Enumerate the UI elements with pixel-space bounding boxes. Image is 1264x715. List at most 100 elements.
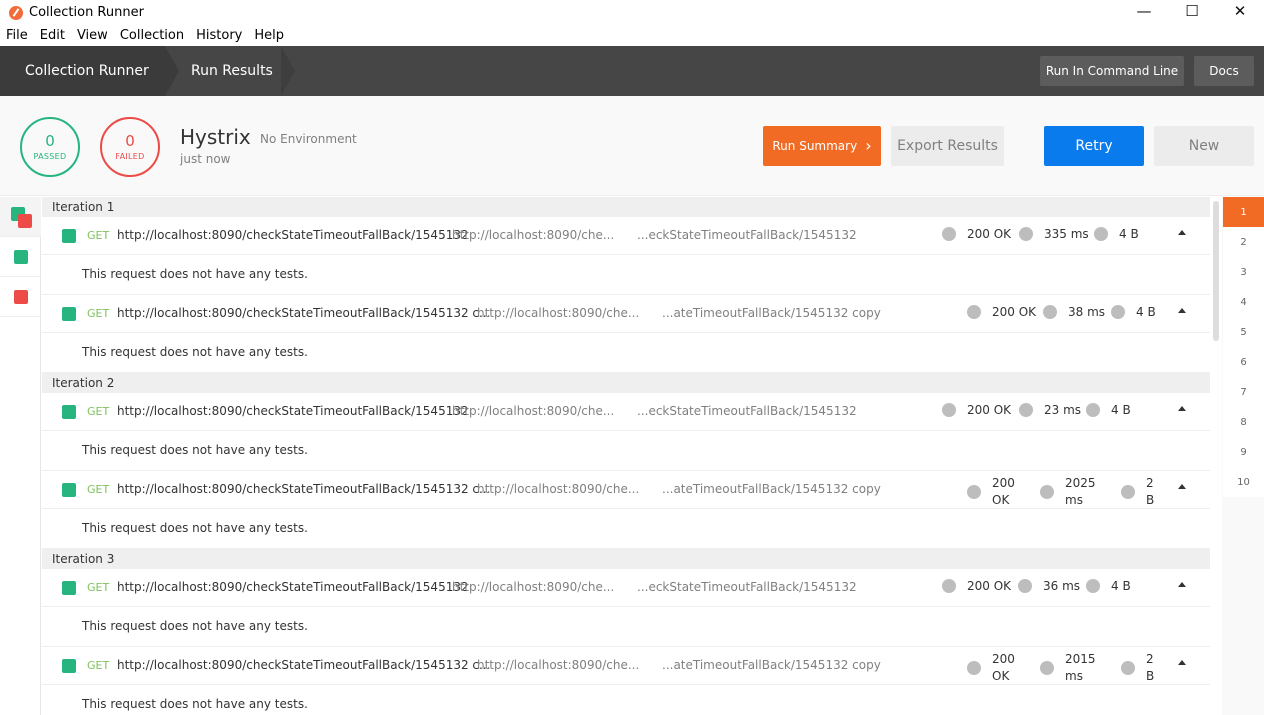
iteration-nav-5[interactable]: 5 [1223, 317, 1264, 347]
environment-name: No Environment [260, 132, 357, 146]
filter-all[interactable] [0, 197, 41, 237]
request-url: http://localhost:8090/che... [452, 580, 615, 594]
postman-logo-icon [9, 5, 23, 20]
run-summary-button[interactable]: Run Summary › [763, 126, 881, 166]
failed-label: FAILED [115, 152, 145, 161]
request-path: ...eckStateTimeoutFallBack/1545132 [637, 580, 857, 594]
failed-counter[interactable]: 0 FAILED [100, 117, 160, 177]
filter-failed[interactable] [0, 277, 41, 317]
menu-edit[interactable]: Edit [34, 28, 71, 43]
request-name: http://localhost:8090/checkStateTimeoutF… [117, 228, 469, 242]
collapse-caret-icon[interactable] [1178, 406, 1186, 411]
menu-collection[interactable]: Collection [114, 28, 190, 43]
iteration-nav-7[interactable]: 7 [1223, 377, 1264, 407]
maximize-button[interactable]: ☐ [1168, 0, 1216, 22]
request-status-icon [62, 307, 76, 321]
request-row[interactable]: GET http://localhost:8090/checkStateTime… [42, 295, 1210, 333]
export-results-button[interactable]: Export Results [891, 126, 1004, 166]
response-size: 4 B [1111, 305, 1156, 319]
menu-view[interactable]: View [71, 28, 114, 43]
failed-square-icon [14, 290, 28, 304]
menu-file[interactable]: File [0, 28, 34, 43]
request-name: http://localhost:8090/checkStateTimeoutF… [117, 306, 491, 320]
collapse-caret-icon[interactable] [1178, 230, 1186, 235]
status-dot-icon [942, 403, 956, 417]
title-bar: Collection Runner — ☐ ✕ [0, 0, 1264, 25]
response-time: 335 ms [1019, 227, 1089, 241]
iteration-nav-8[interactable]: 8 [1223, 407, 1264, 437]
size-dot-icon [1121, 485, 1135, 499]
request-status-icon [62, 229, 76, 243]
status-dot-icon [967, 305, 981, 319]
request-url: http://localhost:8090/che... [477, 658, 640, 672]
window-controls: — ☐ ✕ [1120, 0, 1264, 25]
request-row[interactable]: GET http://localhost:8090/checkStateTime… [42, 217, 1210, 255]
request-path: ...ateTimeoutFallBack/1545132 copy [662, 658, 881, 672]
breadcrumb-collection-runner[interactable]: Collection Runner [0, 46, 179, 96]
response-status: 200 OK [942, 227, 1011, 241]
iteration-nav-10[interactable]: 10 [1223, 467, 1264, 497]
request-method: GET [87, 483, 110, 496]
filter-passed[interactable] [0, 237, 41, 277]
minimize-button[interactable]: — [1120, 0, 1168, 22]
request-name: http://localhost:8090/checkStateTimeoutF… [117, 580, 469, 594]
run-in-command-line-button[interactable]: Run In Command Line [1040, 56, 1184, 86]
request-row[interactable]: GET http://localhost:8090/checkStateTime… [42, 647, 1210, 685]
response-size: 4 B [1086, 579, 1131, 593]
no-tests-message: This request does not have any tests. [42, 509, 1210, 549]
iteration-nav-3[interactable]: 3 [1223, 257, 1264, 287]
request-row[interactable]: GET http://localhost:8090/checkStateTime… [42, 393, 1210, 431]
iteration-nav-2[interactable]: 2 [1223, 227, 1264, 257]
passed-counter[interactable]: 0 PASSED [20, 117, 80, 177]
iteration-header: Iteration 3 [42, 549, 1210, 569]
menu-help[interactable]: Help [248, 28, 290, 43]
runner-header: Run Results Collection Runner Run In Com… [0, 46, 1264, 96]
window-title: Collection Runner [29, 5, 144, 20]
request-name: http://localhost:8090/checkStateTimeoutF… [117, 658, 491, 672]
iteration-nav-6[interactable]: 6 [1223, 347, 1264, 377]
request-method: GET [87, 581, 110, 594]
request-row[interactable]: GET http://localhost:8090/checkStateTime… [42, 471, 1210, 509]
close-button[interactable]: ✕ [1216, 0, 1264, 22]
breadcrumb-run-results[interactable]: Run Results [165, 46, 295, 96]
request-row[interactable]: GET http://localhost:8090/checkStateTime… [42, 569, 1210, 607]
status-dot-icon [967, 661, 981, 675]
failed-square-icon [18, 214, 32, 228]
collapse-caret-icon[interactable] [1178, 660, 1186, 665]
request-status-icon [62, 405, 76, 419]
request-url: http://localhost:8090/che... [452, 228, 615, 242]
time-dot-icon [1018, 579, 1032, 593]
passed-label: PASSED [33, 152, 67, 161]
response-size: 4 B [1094, 227, 1139, 241]
request-status-icon [62, 483, 76, 497]
results-list: Iteration 1 GET http://localhost:8090/ch… [42, 197, 1210, 715]
scrollbar-thumb[interactable] [1213, 201, 1219, 341]
request-name: http://localhost:8090/checkStateTimeoutF… [117, 404, 469, 418]
iteration-nav-9[interactable]: 9 [1223, 437, 1264, 467]
docs-button[interactable]: Docs [1194, 56, 1254, 86]
collapse-caret-icon[interactable] [1178, 484, 1186, 489]
passed-square-icon [14, 250, 28, 264]
time-dot-icon [1043, 305, 1057, 319]
menu-history[interactable]: History [190, 28, 248, 43]
response-status: 200 OK [967, 305, 1036, 319]
collapse-caret-icon[interactable] [1178, 582, 1186, 587]
chevron-right-icon: › [865, 136, 872, 155]
response-time: 38 ms [1043, 305, 1105, 319]
no-tests-message: This request does not have any tests. [42, 333, 1210, 373]
new-button[interactable]: New [1154, 126, 1254, 166]
results-scrollbar[interactable] [1210, 197, 1222, 715]
iteration-nav-1[interactable]: 1 [1223, 197, 1264, 227]
no-tests-message: This request does not have any tests. [42, 255, 1210, 295]
request-path: ...ateTimeoutFallBack/1545132 copy [662, 306, 881, 320]
response-status: 200 OK [967, 651, 1020, 685]
result-filter-sidebar [0, 197, 41, 715]
retry-button[interactable]: Retry [1044, 126, 1144, 166]
time-dot-icon [1040, 661, 1054, 675]
time-dot-icon [1019, 403, 1033, 417]
no-tests-message: This request does not have any tests. [42, 431, 1210, 471]
collection-name: Hystrix [180, 125, 251, 149]
response-time: 2025 ms [1040, 475, 1096, 509]
iteration-nav-4[interactable]: 4 [1223, 287, 1264, 317]
collapse-caret-icon[interactable] [1178, 308, 1186, 313]
